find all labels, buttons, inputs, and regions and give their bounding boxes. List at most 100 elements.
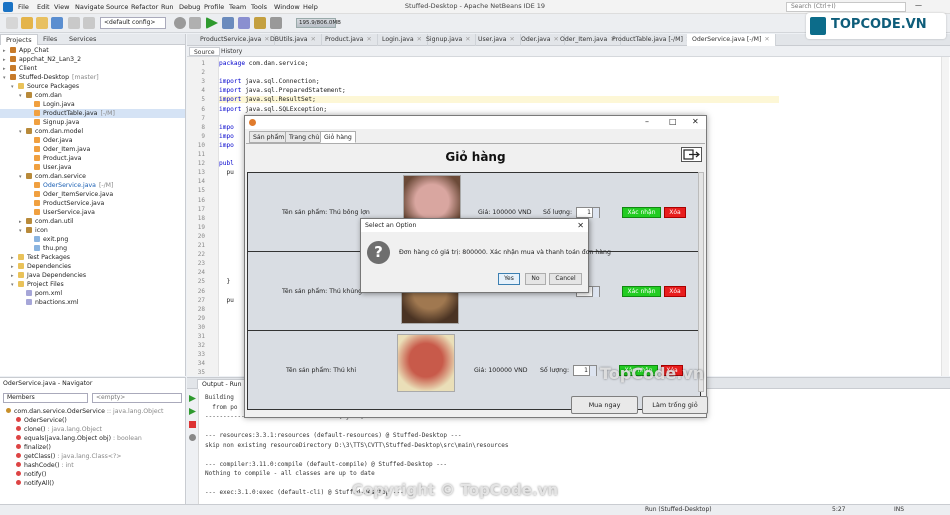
editor-tab[interactable]: User.java ✕ (473, 34, 521, 46)
confirm-item-button[interactable]: Xác nhận (622, 207, 661, 218)
dialog-close-icon[interactable]: ✕ (577, 219, 584, 232)
no-button[interactable]: No (525, 273, 546, 285)
editor-tab[interactable]: OderService.java [-/M] ✕ (687, 34, 776, 46)
tree-item[interactable]: Oder_Item.java (0, 145, 185, 154)
members-select[interactable]: Members (3, 393, 88, 403)
navigator-item[interactable]: OderService() (16, 416, 67, 425)
tree-item[interactable]: ProductTable.java [-/M] (0, 109, 185, 118)
editor-tab[interactable]: DBUtils.java ✕ (265, 34, 322, 46)
tree-item[interactable]: pom.xml (0, 289, 185, 298)
spinner-arrows-icon[interactable] (592, 287, 599, 297)
window-close-icon[interactable]: ✕ (692, 117, 699, 126)
tree-item[interactable]: Signup.java (0, 118, 185, 127)
build-icon[interactable] (174, 17, 186, 29)
tree-item[interactable]: ▸ appchat_N2_Lan3_2 (0, 55, 185, 64)
navigator-item[interactable]: finalize() (16, 443, 51, 452)
delete-item-button[interactable]: Xóa (664, 207, 686, 218)
tree-item[interactable]: ▾ Stuffed-Desktop [master] (0, 73, 185, 82)
redo-icon[interactable] (83, 17, 95, 29)
vertical-scrollbar[interactable] (941, 57, 949, 376)
buy-now-button[interactable]: Mua ngay (571, 396, 638, 414)
search-input[interactable]: Search (Ctrl+I) (786, 2, 906, 12)
apply-changes-icon[interactable] (254, 17, 266, 29)
save-all-icon[interactable] (51, 17, 63, 29)
window-minimize-icon[interactable]: – (645, 117, 649, 126)
cart-scrollbar[interactable] (698, 172, 704, 392)
quantity-spinner[interactable]: 1 (576, 207, 600, 218)
tree-item[interactable]: ▾ com.dan.service (0, 172, 185, 181)
yes-button[interactable]: Yes (498, 273, 520, 285)
tab-projects[interactable]: Projects (0, 34, 38, 45)
source-tab[interactable]: Source (189, 47, 220, 56)
minimize-icon[interactable]: — (915, 1, 922, 9)
confirm-item-button[interactable]: Xác nhận (622, 286, 661, 297)
tab-gio-hang[interactable]: Giỏ hàng (320, 131, 356, 143)
tree-item[interactable]: ▸ Client (0, 64, 185, 73)
new-file-icon[interactable] (6, 17, 18, 29)
tree-item[interactable]: UserService.java (0, 208, 185, 217)
editor-tab[interactable]: ProductService.java ✕ (195, 34, 276, 46)
tree-item[interactable]: User.java (0, 163, 185, 172)
tree-item[interactable]: Oder.java (0, 136, 185, 145)
editor-tab[interactable]: ProductTable.java [-/M]✕ (607, 34, 698, 46)
tree-item[interactable]: Login.java (0, 100, 185, 109)
tree-item[interactable]: ▸ Java Dependencies (0, 271, 185, 280)
navigator-item[interactable]: hashCode() : int (16, 461, 74, 470)
navigator-item[interactable]: notifyAll() (16, 479, 54, 488)
navigator-item[interactable]: getClass() : java.lang.Class<?> (16, 452, 122, 461)
editor-tab[interactable]: Product.java ✕ (320, 34, 378, 46)
spinner-arrows-icon[interactable] (592, 208, 599, 218)
tab-services[interactable]: Services (64, 34, 101, 45)
tree-item[interactable]: thu.png (0, 244, 185, 253)
tab-trang-chu[interactable]: Trang chủ (285, 131, 324, 143)
close-tab-icon[interactable]: ✕ (509, 36, 514, 43)
history-tab[interactable]: History (217, 47, 246, 56)
close-tab-icon[interactable]: ✕ (311, 36, 316, 43)
tab-files[interactable]: Files (38, 34, 62, 45)
navigator-item[interactable]: com.dan.service.OderService :: java.lang… (6, 407, 163, 416)
close-tab-icon[interactable]: ✕ (465, 36, 470, 43)
stop-icon[interactable] (189, 421, 196, 428)
profile-icon[interactable] (238, 17, 250, 29)
navigator-item[interactable]: notify() (16, 470, 46, 479)
tree-item[interactable]: ProductService.java (0, 199, 185, 208)
config-select[interactable]: <default config> (100, 17, 166, 29)
tab-san-pham[interactable]: Sản phẩm (249, 131, 289, 143)
gc-icon[interactable] (270, 17, 282, 29)
tree-item[interactable]: ▸ App_Chat (0, 46, 185, 55)
spinner-arrows-icon[interactable] (589, 366, 596, 376)
filter-select[interactable]: <empty> (92, 393, 182, 403)
settings-icon[interactable] (189, 434, 196, 441)
tree-item[interactable]: ▸ com.dan.util (0, 217, 185, 226)
tree-item[interactable]: exit.png (0, 235, 185, 244)
tree-item[interactable]: Oder_ItemService.java (0, 190, 185, 199)
debug-icon[interactable] (222, 17, 234, 29)
undo-icon[interactable] (68, 17, 80, 29)
close-tab-icon[interactable]: ✕ (764, 36, 769, 43)
clear-cart-button[interactable]: Làm trống giỏ (642, 396, 708, 414)
navigator-item[interactable]: clone() : java.lang.Object (16, 425, 102, 434)
rerun-options-icon[interactable] (189, 408, 196, 415)
memory-indicator[interactable]: 195.9/806.0MB (296, 18, 341, 28)
tree-item[interactable]: ▾ Source Packages (0, 82, 185, 91)
open-project-icon[interactable] (36, 17, 48, 29)
tree-item[interactable]: ▸ Dependencies (0, 262, 185, 271)
editor-tab[interactable]: Signup.java ✕ (421, 34, 477, 46)
tree-item[interactable]: Product.java (0, 154, 185, 163)
status-run[interactable]: Run (Stuffed-Desktop) (645, 506, 712, 513)
rerun-icon[interactable] (189, 395, 196, 402)
navigator-item[interactable]: equals(java.lang.Object obj) : boolean (16, 434, 142, 443)
window-maximize-icon[interactable]: □ (669, 117, 677, 126)
new-project-icon[interactable] (21, 17, 33, 29)
delete-item-button[interactable]: Xóa (664, 286, 686, 297)
tree-item[interactable]: nbactions.xml (0, 298, 185, 307)
tree-item[interactable]: ▸ Test Packages (0, 253, 185, 262)
tree-item[interactable]: ▾ com.dan (0, 91, 185, 100)
exit-icon[interactable] (681, 147, 702, 162)
close-tab-icon[interactable]: ✕ (366, 36, 371, 43)
tree-item[interactable]: ▾ Project Files (0, 280, 185, 289)
clean-build-icon[interactable] (189, 17, 201, 29)
tree-item[interactable]: ▾ icon (0, 226, 185, 235)
tree-item[interactable]: ▾ com.dan.model (0, 127, 185, 136)
quantity-spinner[interactable]: 1 (573, 365, 597, 376)
